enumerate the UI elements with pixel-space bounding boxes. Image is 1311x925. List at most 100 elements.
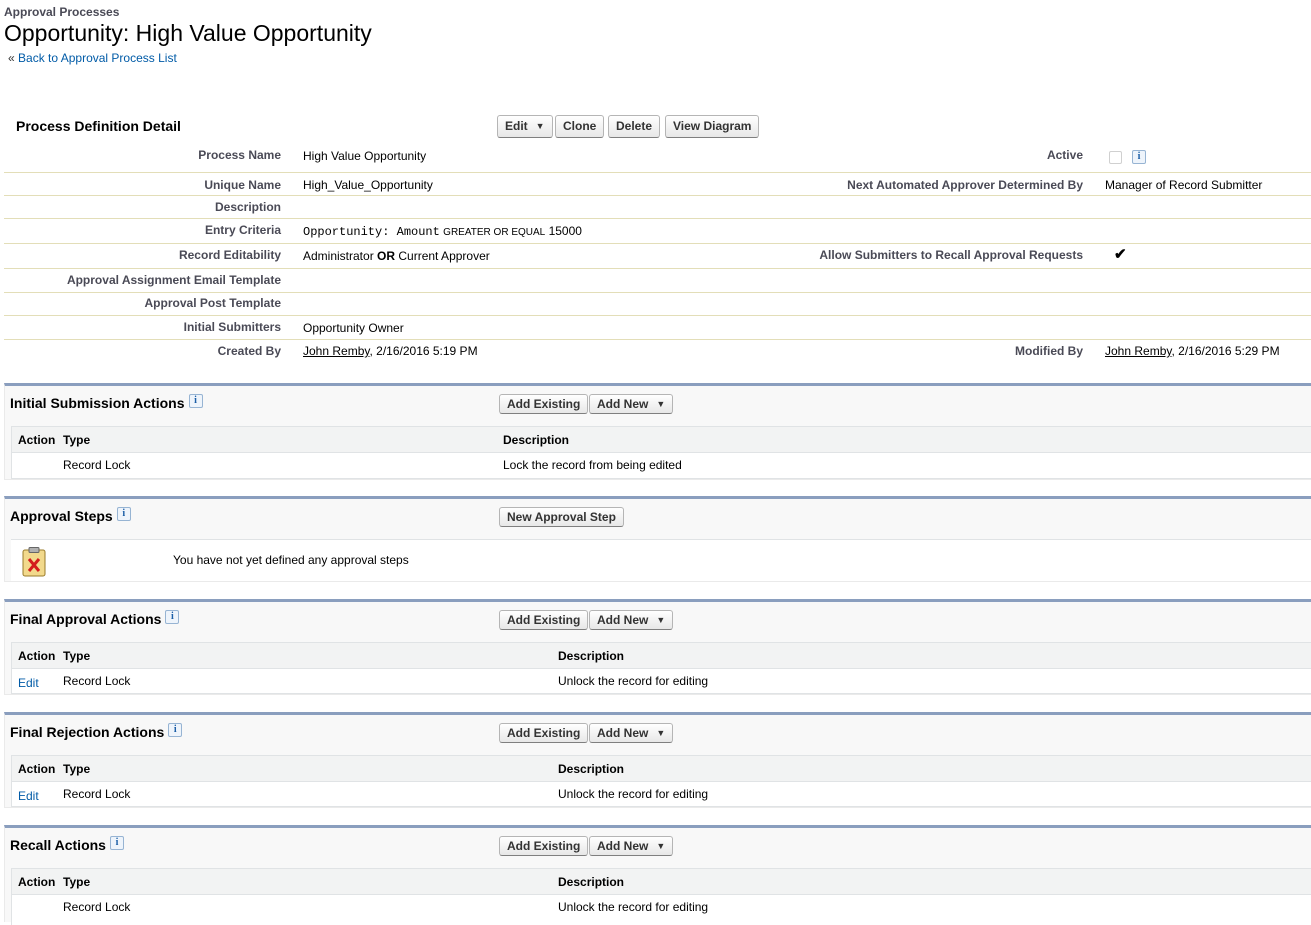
back-prefix: « [8, 51, 15, 65]
col-type: Type [63, 649, 91, 663]
initial-submitters-value: Opportunity Owner [303, 321, 404, 335]
info-icon[interactable]: i [188, 394, 203, 409]
chevron-down-icon: ▼ [535, 121, 545, 131]
actions-table: Action Type Description Edit Record Lock… [11, 755, 1311, 807]
col-type: Type [63, 762, 91, 776]
entry-value: 15000 [548, 224, 582, 238]
row-type: Record Lock [63, 787, 131, 801]
col-action: Action [18, 875, 56, 889]
add-existing-button[interactable]: Add Existing [499, 723, 589, 743]
edit-button[interactable]: Edit ▼ [497, 115, 553, 138]
chevron-down-icon: ▼ [656, 399, 666, 409]
approval-steps-section: Approval Steps i New Approval Step You ha… [4, 496, 1311, 582]
created-by-date: , 2/16/2016 5:19 PM [369, 344, 478, 358]
detail-row-initial-submitters: Initial Submitters Opportunity Owner [4, 316, 1311, 340]
add-new-button[interactable]: Add New ▼ [589, 723, 674, 743]
final-approval-actions-section: Final Approval Actions i Add Existing Add… [4, 599, 1311, 695]
next-approver-label: Next Automated Approver Determined By [847, 178, 1083, 192]
col-action: Action [18, 649, 56, 663]
table-header: Action Type Description [12, 756, 1311, 782]
add-new-button[interactable]: Add New ▼ [589, 610, 674, 630]
next-approver-value: Manager of Record Submitter [1105, 178, 1263, 192]
email-template-label: Approval Assignment Email Template [66, 273, 281, 287]
recall-actions-section: Recall Actions i Add Existing Add New ▼ Ac… [4, 825, 1311, 925]
table-header: Action Type Description [12, 643, 1311, 669]
col-description: Description [558, 649, 625, 663]
row-description: Unlock the record for editing [558, 787, 709, 801]
add-new-button[interactable]: Add New ▼ [589, 394, 674, 414]
record-editability-label: Record Editability [178, 248, 281, 262]
add-existing-button[interactable]: Add Existing [499, 610, 589, 630]
col-type: Type [63, 433, 91, 447]
table-row: Edit Record Lock Unlock the record for e… [12, 782, 1311, 807]
edit-action-link[interactable]: Edit [18, 789, 39, 803]
modified-by-user-link[interactable]: John Remby [1105, 344, 1171, 358]
table-row: Edit Record Lock Unlock the record for e… [12, 669, 1311, 694]
post-template-label: Approval Post Template [144, 296, 281, 310]
add-new-button[interactable]: Add New ▼ [589, 836, 674, 856]
new-approval-step-button[interactable]: New Approval Step [499, 507, 624, 527]
no-records-icon [22, 547, 46, 577]
allow-recall-label: Allow Submitters to Recall Approval Requ… [819, 248, 1083, 262]
row-type: Record Lock [63, 674, 131, 688]
col-type: Type [63, 875, 91, 889]
view-diagram-button[interactable]: View Diagram [665, 115, 760, 138]
detail-row-process-name: Process Name High Value Opportunity Acti… [4, 144, 1311, 173]
col-action: Action [18, 762, 56, 776]
actions-table: Action Type Description Record Lock Lock… [11, 426, 1311, 479]
initial-submission-actions-section: Initial Submission Actions i Add Existing… [4, 383, 1311, 480]
row-type: Record Lock [63, 458, 131, 472]
detail-row-email-template: Approval Assignment Email Template [4, 269, 1311, 293]
created-by-label: Created By [217, 344, 281, 358]
table-row: Record Lock Lock the record from being e… [12, 453, 1311, 478]
active-checkbox [1109, 150, 1122, 165]
section-title: Recall Actions [10, 837, 106, 853]
detail-section-title: Process Definition Detail [16, 118, 181, 134]
page-title: Opportunity: High Value Opportunity [4, 20, 372, 46]
entry-criteria-label: Entry Criteria [204, 223, 281, 237]
process-name-value: High Value Opportunity [303, 149, 427, 163]
chevron-down-icon: ▼ [656, 841, 666, 851]
unique-name-value: High_Value_Opportunity [303, 178, 433, 192]
modified-by-date: , 2/16/2016 5:29 PM [1171, 344, 1280, 358]
col-description: Description [503, 433, 570, 447]
delete-button[interactable]: Delete [608, 115, 661, 138]
detail-row-unique-name: Unique Name High_Value_Opportunity Next … [4, 173, 1311, 196]
add-existing-button[interactable]: Add Existing [499, 394, 589, 414]
section-title: Final Rejection Actions [10, 724, 165, 740]
col-description: Description [558, 762, 625, 776]
unique-name-label: Unique Name [204, 178, 281, 192]
row-description: Unlock the record for editing [558, 674, 709, 688]
actions-table: Action Type Description Record Lock Unlo… [11, 868, 1311, 925]
clone-button[interactable]: Clone [555, 115, 605, 138]
row-description: Unlock the record for editing [558, 900, 709, 914]
col-action: Action [18, 433, 56, 447]
entry-field: Opportunity: Amount [303, 225, 440, 239]
row-type: Record Lock [63, 900, 131, 914]
edit-action-link[interactable]: Edit [18, 676, 39, 690]
initial-submitters-label: Initial Submitters [183, 320, 281, 334]
info-icon[interactable]: i [165, 610, 180, 625]
checkmark-icon: ✔ [1114, 246, 1127, 263]
table-row: Record Lock Unlock the record for editin… [12, 895, 1311, 920]
detail-row-created-modified: Created By John Remby, 2/16/2016 5:19 PM… [4, 340, 1311, 364]
detail-row-editability: Record Editability Administrator OR Curr… [4, 244, 1311, 269]
info-icon[interactable]: i [168, 723, 183, 738]
breadcrumb: Approval Processes [4, 5, 120, 19]
table-header: Action Type Description [12, 427, 1311, 453]
info-icon[interactable]: i [109, 836, 124, 851]
info-icon[interactable]: i [1132, 149, 1146, 164]
created-by-user-link[interactable]: John Remby [303, 344, 369, 358]
chevron-down-icon: ▼ [656, 728, 666, 738]
back-to-list-link[interactable]: Back to Approval Process List [18, 51, 177, 65]
active-label: Active [1046, 148, 1083, 162]
section-title: Initial Submission Actions [10, 395, 185, 411]
description-label: Description [214, 200, 281, 214]
empty-state-text: You have not yet defined any approval st… [173, 553, 409, 567]
entry-criteria-value: Opportunity: Amount GREATER OR EQUAL 150… [303, 224, 582, 239]
actions-table: Action Type Description Edit Record Lock… [11, 642, 1311, 694]
add-existing-button[interactable]: Add Existing [499, 836, 589, 856]
record-editability-value: Administrator OR Current Approver [303, 249, 490, 263]
detail-row-post-template: Approval Post Template [4, 293, 1311, 316]
info-icon[interactable]: i [116, 507, 131, 522]
